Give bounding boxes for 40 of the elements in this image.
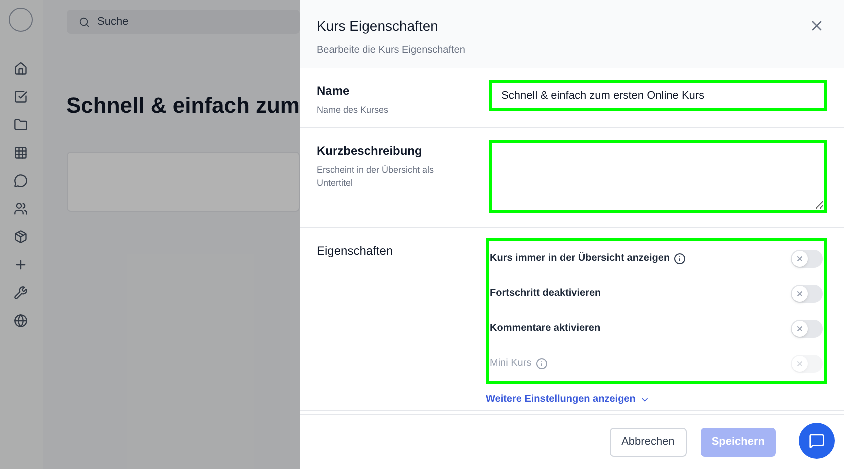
- sidebar-icon[interactable]: [14, 118, 28, 132]
- x-icon: [796, 254, 804, 262]
- toggle-label: Mini Kurs: [490, 357, 532, 371]
- toggle-switch[interactable]: [791, 284, 823, 302]
- sidebar-icon[interactable]: [14, 314, 28, 328]
- toggle-label: Kommentare aktivieren: [490, 322, 601, 336]
- search-field[interactable]: Suche: [98, 14, 248, 30]
- description-field[interactable]: [488, 140, 827, 213]
- sidebar-icon[interactable]: [14, 90, 28, 104]
- info-icon: [674, 252, 686, 264]
- sidebar-icon[interactable]: [14, 202, 28, 216]
- field-hint: Erscheint in der Übersicht als Untertitel: [317, 164, 436, 190]
- cancel-button[interactable]: Abbrechen: [610, 428, 687, 456]
- sidebar-icon[interactable]: [14, 286, 28, 300]
- toggle-switch[interactable]: [791, 250, 823, 268]
- sidebar-icon[interactable]: [14, 258, 28, 272]
- section-label: Eigenschaften: [317, 243, 394, 260]
- chat-icon: [809, 433, 825, 449]
- search-icon: [78, 16, 90, 28]
- sidebar-icon[interactable]: [14, 146, 28, 160]
- toggle-switch[interactable]: [791, 320, 823, 338]
- sidebar-icon[interactable]: [14, 230, 28, 244]
- name-field[interactable]: Schnell & einfach zum ersten Online Kurs: [488, 80, 827, 111]
- search-bar[interactable]: Suche: [66, 10, 300, 34]
- field-hint: Name des Kurses: [317, 104, 390, 117]
- x-icon: [796, 324, 804, 332]
- x-icon: [796, 290, 804, 298]
- sidebar-icon[interactable]: [14, 62, 28, 76]
- logo-icon: [9, 8, 34, 32]
- toggle-label: Kurs immer in der Übersicht anzeigen: [490, 252, 670, 266]
- page-heading: Schnell & einfach zum: [66, 92, 300, 120]
- x-icon: [796, 360, 804, 368]
- field-label: Name: [317, 83, 351, 100]
- sidebar-icon[interactable]: [14, 174, 28, 188]
- panel-subtitle: Bearbeite die Kurs Eigenschaften: [317, 44, 466, 58]
- toggle-label: Fortschritt deaktivieren: [490, 287, 602, 301]
- info-icon: [536, 358, 548, 370]
- more-settings-link[interactable]: Weitere Einstellungen anzeigen: [486, 392, 827, 407]
- panel-title: Kurs Eigenschaften: [317, 17, 440, 36]
- field-label: Kurzbeschreibung: [317, 143, 424, 160]
